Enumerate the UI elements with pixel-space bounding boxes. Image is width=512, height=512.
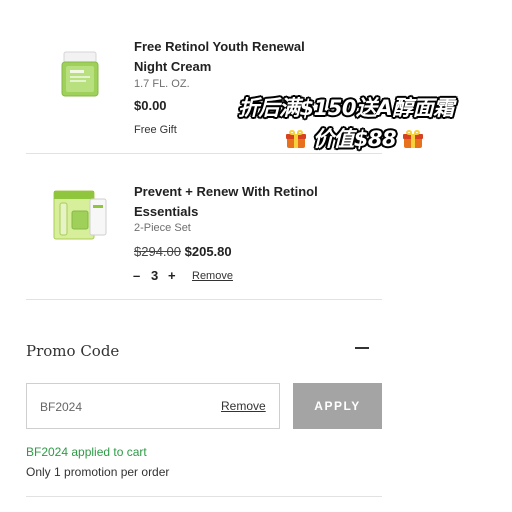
night-cream-image[interactable] bbox=[58, 50, 104, 100]
item-2-size: 2-Piece Set bbox=[134, 222, 191, 234]
promo-code-field[interactable]: BF2024 Remove bbox=[26, 383, 280, 429]
item-divider bbox=[26, 153, 382, 154]
gift-icon bbox=[402, 130, 423, 148]
item-2-title-line2[interactable]: Essentials bbox=[134, 201, 198, 222]
quantity-value: 3 bbox=[151, 268, 159, 283]
item-2-price-row: $294.00 $205.80 bbox=[134, 244, 232, 259]
promo-limit-message: Only 1 promotion per order bbox=[26, 465, 170, 479]
promo-overlay-line2: 价值$88 bbox=[312, 127, 397, 151]
sale-price: $205.80 bbox=[184, 244, 232, 259]
remove-item-link[interactable]: Remove bbox=[192, 270, 233, 282]
remove-promo-link[interactable]: Remove bbox=[221, 399, 266, 413]
promo-code-value[interactable]: BF2024 bbox=[40, 400, 82, 414]
minus-icon[interactable] bbox=[355, 347, 369, 349]
promo-code-heading[interactable]: Promo Code bbox=[26, 342, 119, 360]
promo-overlay-line2-row: 价值$88 bbox=[286, 123, 423, 153]
promo-overlay-line1: 折后满$150送A醇面霜 bbox=[238, 96, 454, 120]
item-1-price: $0.00 bbox=[134, 98, 167, 113]
item-1-size: 1.7 FL. OZ. bbox=[134, 78, 190, 90]
item-1-title-line1[interactable]: Free Retinol Youth Renewal bbox=[134, 36, 305, 57]
gift-icon bbox=[286, 130, 306, 148]
quantity-increase-button[interactable]: + bbox=[168, 268, 176, 283]
bottom-divider bbox=[26, 496, 382, 497]
item-1-title-line2[interactable]: Night Cream bbox=[134, 56, 211, 77]
original-price: $294.00 bbox=[134, 244, 181, 259]
item-1-free-gift-label: Free Gift bbox=[134, 124, 177, 136]
essentials-set-image[interactable] bbox=[50, 185, 112, 243]
section-divider bbox=[26, 299, 382, 300]
quantity-decrease-button[interactable]: – bbox=[133, 268, 140, 283]
apply-button[interactable]: APPLY bbox=[293, 383, 382, 429]
item-2-title-line1[interactable]: Prevent + Renew With Retinol bbox=[134, 181, 318, 202]
promo-applied-message: BF2024 applied to cart bbox=[26, 445, 147, 459]
